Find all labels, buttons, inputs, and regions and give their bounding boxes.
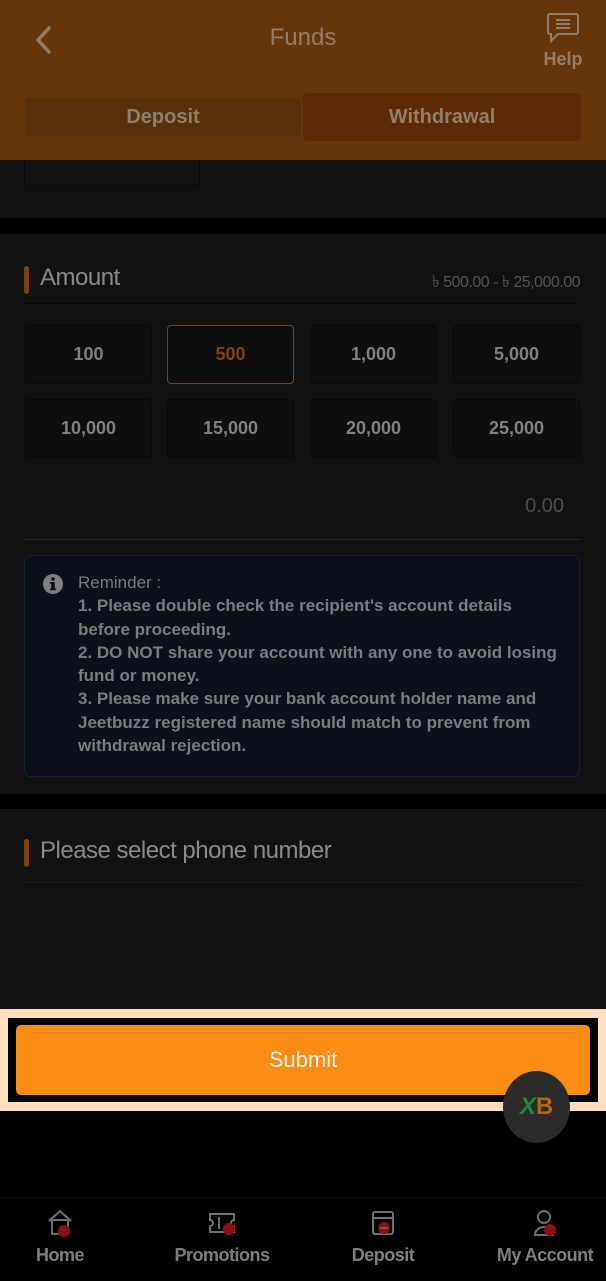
ticket-icon [209, 1213, 235, 1235]
reminder-line-1: 1. Please double check the recipient's a… [78, 596, 512, 639]
amount-header: Amount ৳ 500.00 - ৳ 25,000.00 [24, 264, 581, 304]
amount-option-500[interactable]: 500 [167, 325, 294, 384]
home-icon [48, 1209, 72, 1237]
nav-home[interactable]: Home [20, 1208, 100, 1274]
amount-option-5000[interactable]: 5,000 [453, 325, 580, 384]
amount-option-10000[interactable]: 10,000 [25, 399, 152, 458]
help-label: Help [543, 49, 583, 69]
section-divider [0, 794, 606, 809]
reminder-line-3: 3. Please make sure your bank account ho… [78, 689, 537, 756]
reminder-title: Reminder : [78, 573, 162, 592]
amount-option-1000[interactable]: 1,000 [310, 325, 437, 384]
bottom-nav: Home Promotions Deposit My Account [0, 1197, 606, 1281]
phone-header[interactable]: Please select phone number [24, 837, 580, 883]
nav-deposit-label: Deposit [351, 1245, 415, 1265]
accent-bar [24, 266, 29, 294]
phone-title: Please select phone number [40, 837, 332, 864]
reminder-box: Reminder : 1. Please double check the re… [24, 555, 580, 777]
phone-section: Please select phone number [0, 809, 606, 1009]
amount-option-15000[interactable]: 15,000 [167, 399, 294, 458]
amount-title: Amount [40, 264, 120, 291]
floating-chat-badge[interactable]: XB [503, 1071, 570, 1143]
amount-input[interactable]: 0.00 [24, 484, 580, 540]
reminder-text: Reminder : 1. Please double check the re… [78, 571, 559, 757]
tab-withdrawal[interactable]: Withdrawal [303, 93, 581, 141]
help-button[interactable]: Help [540, 12, 586, 70]
info-icon [43, 574, 63, 594]
nav-deposit[interactable]: Deposit [343, 1208, 423, 1274]
section-divider [0, 218, 606, 234]
nav-my-account-label: My Account [496, 1245, 594, 1265]
tab-deposit[interactable]: Deposit [25, 98, 301, 136]
amount-section: Amount ৳ 500.00 - ৳ 25,000.00 100 500 1,… [0, 234, 606, 794]
amount-option-100[interactable]: 100 [25, 325, 152, 384]
header: Funds Help Deposit Withdrawal [0, 0, 606, 160]
amount-range: ৳ 500.00 - ৳ 25,000.00 [431, 274, 581, 291]
nav-my-account[interactable]: My Account [490, 1208, 600, 1274]
wallet-icon [372, 1211, 394, 1235]
account-icon [533, 1210, 556, 1236]
submit-button[interactable]: Submit [16, 1025, 590, 1095]
badge-logo-x: X [519, 1093, 536, 1120]
page-title: Funds [269, 24, 337, 51]
chat-bubble-icon [547, 13, 579, 44]
funds-tabs: Deposit Withdrawal [25, 93, 581, 143]
amount-option-20000[interactable]: 20,000 [310, 399, 437, 458]
reminder-line-2: 2. DO NOT share your account with any on… [78, 642, 557, 686]
payment-method-section: Local Bank [0, 150, 606, 218]
nav-promotions[interactable]: Promotions [166, 1208, 278, 1274]
badge-logo-b: B [535, 1093, 554, 1120]
accent-bar [24, 839, 29, 867]
nav-home-label: Home [35, 1245, 85, 1265]
nav-promotions-label: Promotions [174, 1245, 270, 1265]
amount-option-25000[interactable]: 25,000 [453, 399, 580, 458]
